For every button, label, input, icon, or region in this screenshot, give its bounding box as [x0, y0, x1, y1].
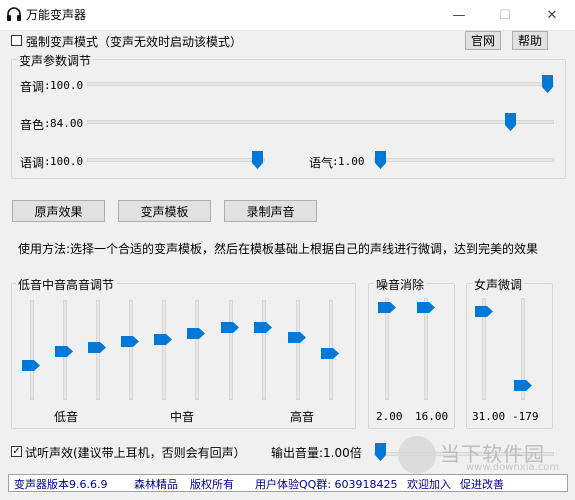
eq-slider-thumb-3[interactable]	[88, 342, 106, 353]
listen-label: 试听声效(建议带上耳机，否则会有回声）	[25, 446, 246, 460]
eq-high-label: 高音	[290, 410, 315, 424]
speed-slider-thumb[interactable]	[252, 151, 263, 169]
speed-track	[87, 158, 265, 162]
window-title: 万能变声器	[26, 8, 87, 22]
eq-track-4	[129, 300, 133, 400]
pitch-value: 100.0	[50, 79, 84, 92]
female-group-label: 女声微调	[472, 276, 525, 293]
eq-slider-thumb-10[interactable]	[321, 348, 339, 359]
noise-slider-thumb-2[interactable]	[417, 302, 435, 313]
eq-track-9	[296, 300, 300, 400]
force-mode-checkbox[interactable]	[11, 35, 22, 46]
female-value-2: -179	[512, 410, 539, 423]
status-improve-link[interactable]: 促进改善	[460, 476, 504, 492]
eq-slider-thumb-5[interactable]	[154, 334, 172, 345]
app-headphones-icon	[7, 7, 21, 21]
website-button[interactable]: 官网	[465, 31, 501, 50]
female-group	[466, 283, 553, 429]
timbre-value: 84.00	[50, 117, 84, 130]
speed-label: 语调	[20, 156, 45, 170]
status-version: 变声器版本9.6.6.9	[14, 478, 108, 491]
voice-templates-button[interactable]: 变声模板	[118, 200, 211, 222]
noise-value-2: 16.00	[415, 410, 449, 423]
eq-track-7	[229, 300, 233, 400]
eq-group-label: 低音中音高音调节	[16, 276, 117, 293]
pitch-track	[87, 82, 554, 86]
eq-slider-thumb-2[interactable]	[55, 346, 73, 357]
params-group-label: 变声参数调节	[17, 52, 94, 69]
female-slider-thumb-2[interactable]	[514, 380, 532, 391]
original-voice-button[interactable]: 原声效果	[12, 200, 105, 222]
speed-value: 100.0	[50, 155, 84, 168]
tone-slider-thumb[interactable]	[375, 151, 386, 169]
noise-group-label: 噪音消除	[374, 276, 427, 293]
close-button[interactable]: ✕	[529, 0, 575, 30]
eq-track-8	[262, 300, 266, 400]
help-button[interactable]: 帮助	[512, 31, 548, 50]
pitch-label: 音调	[20, 80, 45, 94]
usage-instructions: 使用方法:选择一个合适的变声模板，然后在模板基础上根据自己的声线进行微调，达到完…	[18, 242, 539, 256]
tone-track	[374, 158, 554, 162]
noise-value-1: 2.00	[376, 410, 403, 423]
maximize-button[interactable]: ☐	[482, 0, 528, 30]
noise-track-2	[424, 298, 428, 400]
eq-track-5	[162, 300, 166, 400]
tone-value: 1.00	[338, 155, 365, 168]
eq-slider-thumb-9[interactable]	[288, 332, 306, 343]
minimize-button[interactable]: —	[436, 0, 482, 30]
tone-label: 语气	[309, 156, 334, 170]
timbre-slider-thumb[interactable]	[505, 113, 516, 131]
eq-track-1	[30, 300, 34, 400]
watermark-logo-icon	[398, 436, 436, 474]
eq-track-6	[195, 300, 199, 400]
eq-slider-thumb-7[interactable]	[221, 322, 239, 333]
status-welcome-link[interactable]: 欢迎加入	[407, 476, 451, 492]
timbre-label: 音色	[20, 118, 45, 132]
volume-slider-thumb[interactable]	[375, 443, 386, 461]
watermark-url: www.downxia.com	[466, 462, 560, 473]
title-bar: 万能变声器 — ☐ ✕	[0, 0, 575, 31]
eq-low-label: 低音	[54, 410, 79, 424]
status-rights: 版权所有	[190, 478, 234, 491]
pitch-slider-thumb[interactable]	[542, 75, 553, 93]
eq-slider-thumb-4[interactable]	[121, 336, 139, 347]
eq-slider-thumb-1[interactable]	[22, 360, 40, 371]
timbre-track	[87, 120, 554, 124]
record-voice-button[interactable]: 录制声音	[224, 200, 317, 222]
noise-track-1	[385, 298, 389, 400]
status-brand: 森林精品	[134, 478, 178, 491]
status-qq-group: 用户体验QQ群: 603918425	[255, 478, 398, 491]
force-mode-label: 强制变声模式（变声无效时启动该模式）	[26, 35, 243, 49]
female-slider-thumb-1[interactable]	[475, 306, 493, 317]
volume-label: 输出音量:1.00倍	[271, 446, 362, 460]
eq-mid-label: 中音	[170, 410, 195, 424]
female-value-1: 31.00	[472, 410, 506, 423]
eq-slider-thumb-6[interactable]	[187, 328, 205, 339]
noise-slider-thumb-1[interactable]	[378, 302, 396, 313]
listen-checkbox[interactable]: ✓	[11, 446, 22, 457]
eq-slider-thumb-8[interactable]	[254, 322, 272, 333]
